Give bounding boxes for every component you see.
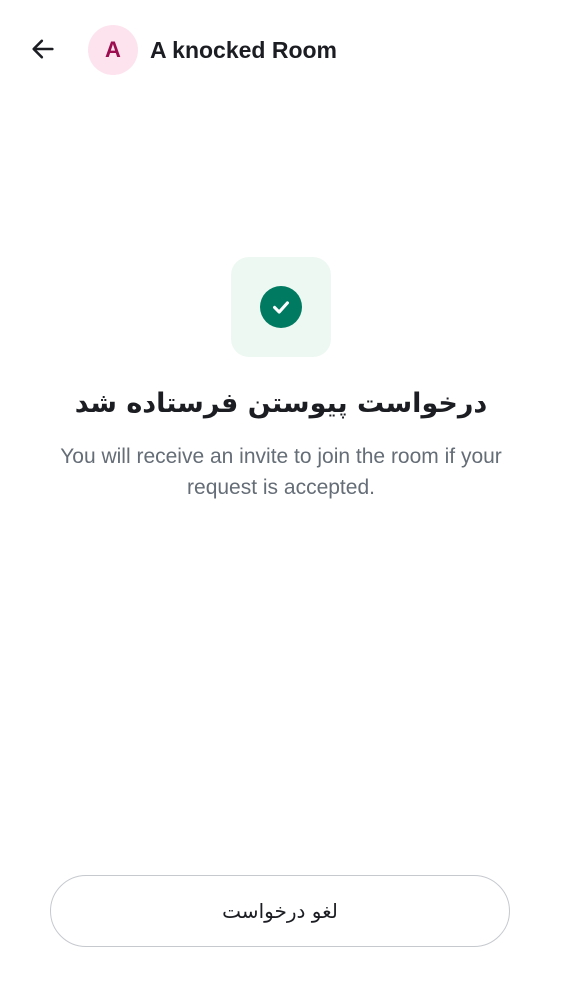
top-app-bar: A A knocked Room <box>0 0 562 100</box>
success-tile <box>231 257 331 357</box>
room-avatar[interactable]: A <box>88 25 138 75</box>
arrow-left-icon <box>29 35 57 67</box>
cancel-request-button[interactable]: لغو درخواست <box>50 875 510 947</box>
request-sent-description: You will receive an invite to join the r… <box>60 445 502 499</box>
check-circle-icon <box>260 286 302 328</box>
request-sent-heading: درخواست پیوستن فرستاده شد <box>74 388 488 419</box>
room-title[interactable]: A knocked Room <box>150 33 337 67</box>
back-button[interactable] <box>22 30 64 72</box>
